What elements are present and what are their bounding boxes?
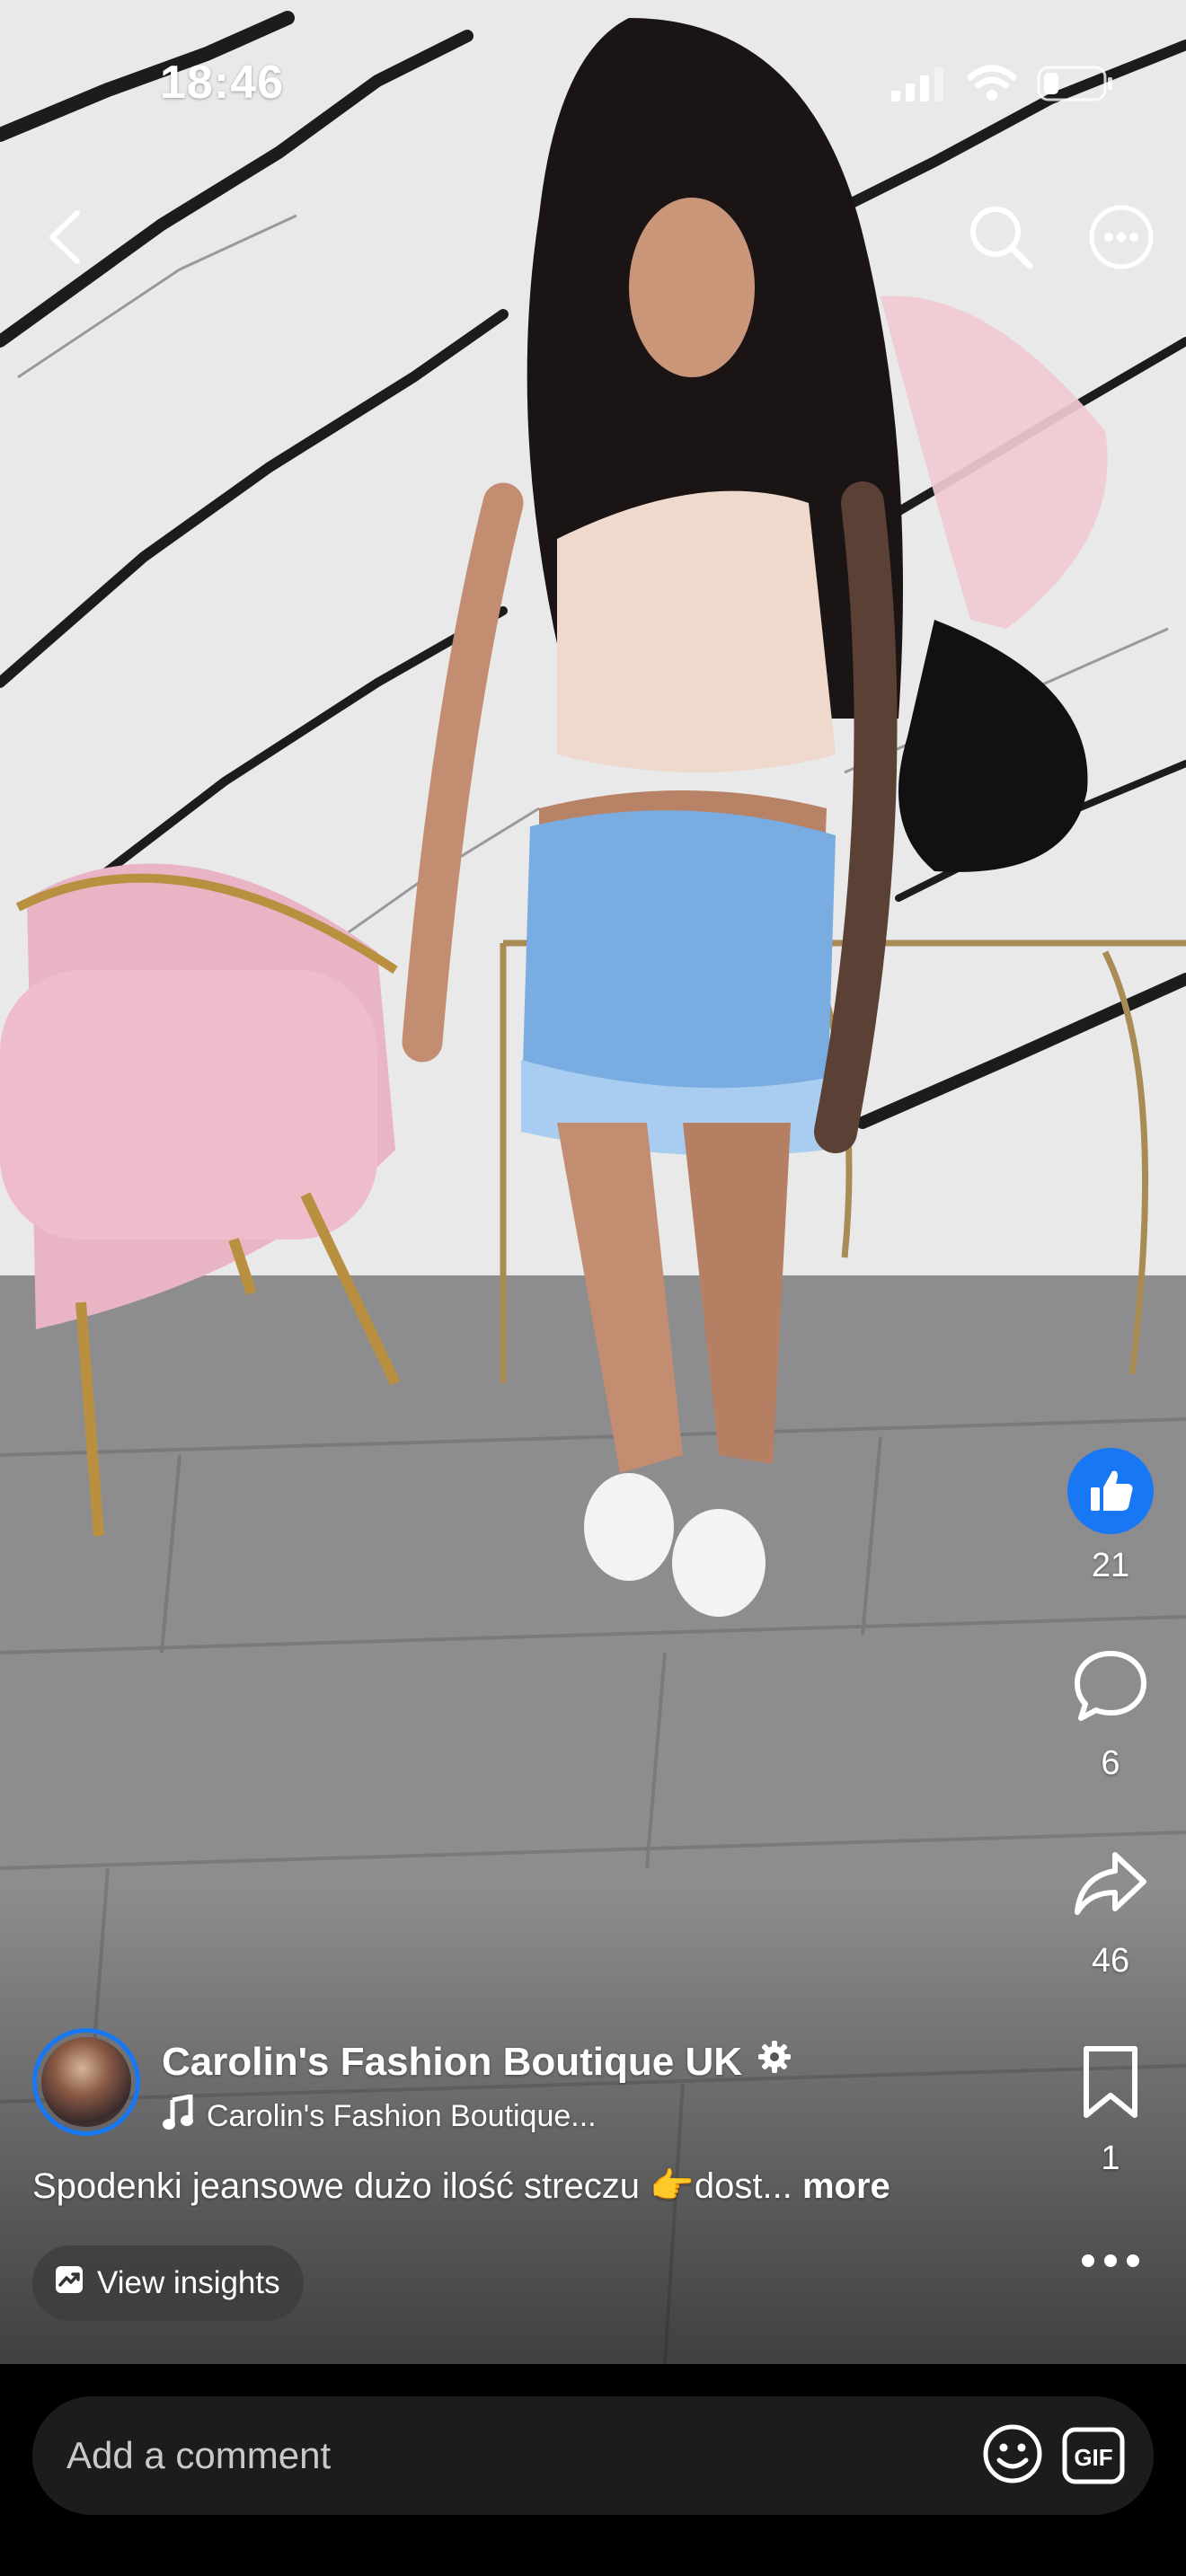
author-name: Carolin's Fashion Boutique UK bbox=[162, 2039, 743, 2084]
share-action: 46 bbox=[1057, 1841, 1164, 1981]
like-button[interactable] bbox=[1066, 1446, 1155, 1536]
post-caption: Spodenki jeansowe dużo ilość streczu 👉do… bbox=[32, 2165, 1039, 2207]
author-avatar[interactable] bbox=[32, 2028, 140, 2136]
like-action: 21 bbox=[1057, 1446, 1164, 1585]
save-action: 1 bbox=[1057, 2039, 1164, 2178]
audio-track-link[interactable]: Carolin's Fashion Boutique... bbox=[162, 2093, 597, 2139]
status-bar: 18:46 bbox=[0, 0, 1186, 171]
back-icon bbox=[43, 207, 86, 271]
emoji-icon bbox=[981, 2422, 1044, 2490]
view-insights-button[interactable]: View insights bbox=[32, 2245, 304, 2321]
search-button[interactable] bbox=[961, 199, 1040, 278]
share-count: 46 bbox=[1091, 1942, 1130, 1980]
settings-gear-icon[interactable] bbox=[757, 2039, 792, 2085]
caption-text: Spodenki jeansowe dużo ilość streczu 👉do… bbox=[32, 2166, 792, 2206]
signal-icon bbox=[891, 66, 947, 106]
save-button[interactable] bbox=[1066, 2039, 1155, 2129]
view-insights-label: View insights bbox=[97, 2265, 280, 2300]
comment-count: 6 bbox=[1101, 1744, 1120, 1782]
share-button[interactable] bbox=[1066, 1841, 1155, 1931]
author-name-link[interactable]: Carolin's Fashion Boutique UK bbox=[162, 2039, 792, 2085]
audio-track-name: Carolin's Fashion Boutique... bbox=[207, 2099, 597, 2133]
like-count: 21 bbox=[1091, 1547, 1130, 1584]
back-button[interactable] bbox=[25, 199, 104, 278]
post-more-button[interactable] bbox=[1066, 2231, 1155, 2294]
reel-video[interactable] bbox=[0, 0, 1186, 2364]
gif-label: GIF bbox=[1074, 2444, 1112, 2471]
comment-input[interactable] bbox=[32, 2396, 972, 2515]
music-note-icon bbox=[162, 2093, 194, 2139]
comment-action: 6 bbox=[1057, 1644, 1164, 1783]
video-frame-illustration bbox=[0, 0, 1186, 2364]
comment-button[interactable] bbox=[1066, 1644, 1155, 1734]
bookmark-icon bbox=[1079, 2043, 1142, 2125]
avatar-image bbox=[41, 2037, 131, 2127]
more-options-icon bbox=[1087, 203, 1155, 276]
caption-more-link[interactable]: more bbox=[802, 2166, 890, 2206]
ellipsis-icon bbox=[1079, 2252, 1142, 2274]
save-count: 1 bbox=[1101, 2139, 1120, 2177]
comment-bar: GIF bbox=[32, 2396, 1154, 2515]
gif-icon: GIF bbox=[1062, 2427, 1125, 2484]
more-options-button[interactable] bbox=[1082, 199, 1161, 278]
insights-trend-icon bbox=[54, 2264, 84, 2303]
wifi-icon bbox=[967, 65, 1017, 107]
like-icon bbox=[1067, 1448, 1154, 1534]
comment-icon bbox=[1072, 1648, 1149, 1730]
gif-button[interactable]: GIF bbox=[1053, 2415, 1134, 2496]
status-icons bbox=[891, 63, 1114, 108]
status-time: 18:46 bbox=[160, 57, 284, 109]
emoji-button[interactable] bbox=[972, 2415, 1053, 2496]
share-icon bbox=[1072, 1846, 1149, 1928]
search-icon bbox=[967, 203, 1035, 276]
battery-icon bbox=[1037, 64, 1114, 108]
